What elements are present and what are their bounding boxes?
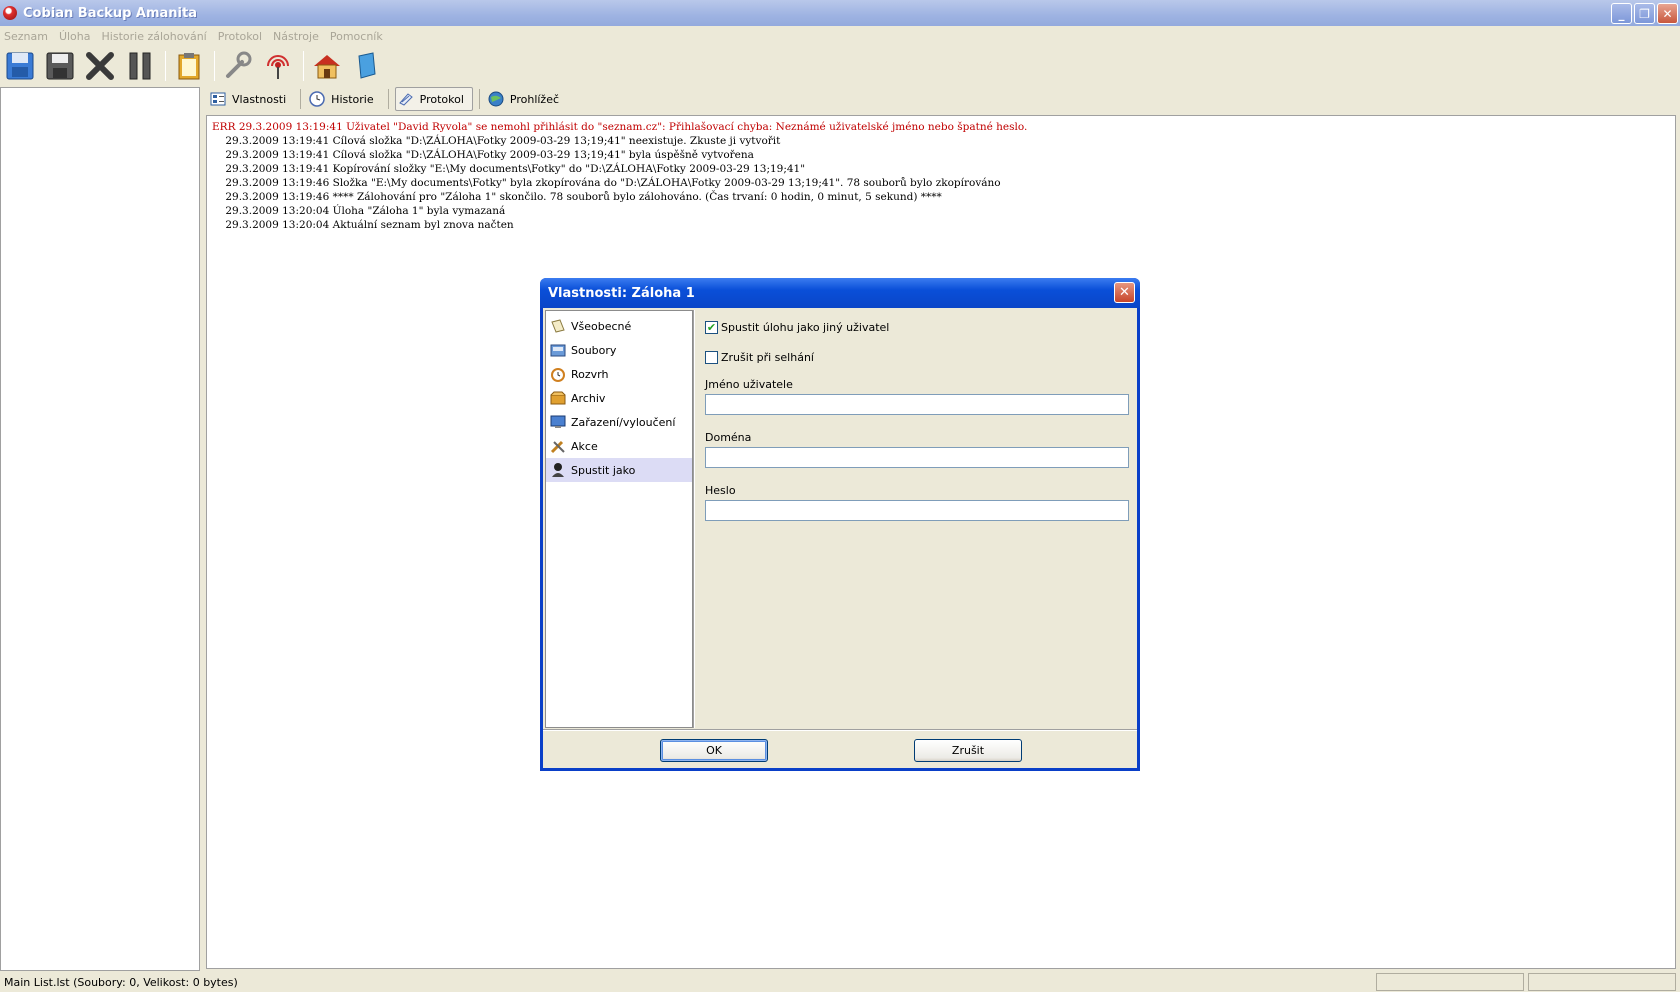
tab-label: Prohlížeč (509, 92, 560, 106)
title-bar: Cobian Backup Amanita _ ❐ ✕ (0, 0, 1680, 26)
nav-item-archiv[interactable]: Archiv (546, 386, 692, 410)
log-line: 29.3.2009 13:19:41 Cílová složka "D:\ZÁL… (212, 135, 781, 147)
domain-label: Doména (705, 431, 752, 444)
dialog-body: Všeobecné Soubory Rozvrh Archiv Zařazení… (543, 308, 1137, 768)
run-as-panel: ✔ Spustit úlohu jako jiný uživatel Zruši… (705, 318, 1135, 537)
log-line: 29.3.2009 13:19:41 Kopírování složky "E:… (212, 163, 806, 175)
alarm-clock-icon (550, 366, 566, 382)
menu-nastroje[interactable]: Nástroje (273, 30, 319, 43)
cancel-on-fail-label: Zrušit při selhání (721, 350, 814, 364)
user-icon (550, 462, 566, 478)
nav-item-akce[interactable]: Akce (546, 434, 692, 458)
save-icon[interactable] (43, 49, 77, 83)
log-line: 29.3.2009 13:19:46 **** Zálohování pro "… (212, 191, 942, 203)
toolbar-separator (303, 51, 304, 81)
tab-protokol[interactable]: Protokol (394, 87, 473, 111)
cancel-button[interactable]: Zrušit (914, 739, 1022, 762)
tab-separator (387, 89, 389, 109)
log-line: 29.3.2009 13:19:46 Složka "E:\My documen… (212, 177, 1001, 189)
menu-historie[interactable]: Historie zálohování (102, 30, 207, 43)
menu-bar: Seznam Úloha Historie zálohování Protoko… (0, 26, 1680, 46)
tab-separator (478, 89, 480, 109)
tab-label: Vlastnosti (232, 92, 287, 106)
nav-item-label: Archiv (571, 391, 606, 405)
run-as-other-user-label: Spustit úlohu jako jiný uživatel (721, 320, 890, 334)
log-icon (398, 91, 414, 107)
menu-pomocnik[interactable]: Pomocník (330, 30, 383, 43)
log-line-error: ERR 29.3.2009 13:19:41 Uživatel "David R… (212, 121, 1028, 133)
dialog-nav-list: Všeobecné Soubory Rozvrh Archiv Zařazení… (545, 310, 693, 728)
wrench-icon[interactable] (221, 49, 255, 83)
menu-protokol[interactable]: Protokol (218, 30, 262, 43)
clipboard-icon[interactable] (172, 49, 206, 83)
password-field[interactable] (705, 500, 1129, 521)
nav-item-label: Spustit jako (571, 463, 636, 477)
log-line: 29.3.2009 13:20:04 Úloha "Záloha 1" byla… (212, 205, 506, 217)
status-pane (1376, 973, 1525, 991)
nav-item-label: Všeobecné (571, 319, 632, 333)
menu-uloha[interactable]: Úloha (59, 30, 91, 43)
minimize-button[interactable]: _ (1611, 3, 1632, 24)
nav-item-rozvrh[interactable]: Rozvrh (546, 362, 692, 386)
run-as-other-user-row[interactable]: ✔ Spustit úlohu jako jiný uživatel (705, 318, 1135, 336)
close-window-button[interactable]: ✕ (1657, 3, 1678, 24)
app-icon (3, 6, 17, 20)
pause-icon[interactable] (123, 49, 157, 83)
domain-field[interactable] (705, 447, 1129, 468)
nav-item-soubory[interactable]: Soubory (546, 338, 692, 362)
monitor-icon (550, 414, 566, 430)
restore-button[interactable]: ❐ (1634, 3, 1655, 24)
tab-prohlizec[interactable]: Prohlížeč (486, 87, 567, 111)
dialog-splitter[interactable] (693, 310, 695, 728)
clock-icon (309, 91, 325, 107)
ok-button[interactable]: OK (660, 739, 768, 762)
dialog-divider (543, 729, 1137, 731)
nav-item-vseobecne[interactable]: Všeobecné (546, 314, 692, 338)
cancel-on-fail-checkbox[interactable] (705, 350, 718, 364)
run-as-other-user-checkbox[interactable]: ✔ (705, 320, 718, 334)
properties-dialog: Vlastnosti: Záloha 1 ✕ Všeobecné Soubory (540, 278, 1140, 771)
status-text: Main List.lst (Soubory: 0, Velikost: 0 b… (4, 975, 238, 989)
status-bar: Main List.lst (Soubory: 0, Velikost: 0 b… (0, 972, 1680, 992)
nav-item-label: Soubory (571, 343, 617, 357)
tab-historie[interactable]: Historie (307, 87, 381, 111)
files-icon (550, 342, 566, 358)
dialog-close-button[interactable]: ✕ (1114, 282, 1135, 303)
general-icon (550, 318, 566, 334)
log-line: 29.3.2009 13:20:04 Aktuální seznam byl z… (212, 219, 514, 231)
dialog-title: Vlastnosti: Záloha 1 (548, 285, 695, 301)
properties-icon (210, 91, 226, 107)
toolbar-separator (165, 51, 166, 81)
backup-icon[interactable] (3, 49, 37, 83)
tab-label: Historie (331, 92, 374, 106)
view-tabs: Vlastnosti Historie Protokol Prohlížeč (208, 86, 573, 112)
status-pane (1528, 973, 1676, 991)
nav-item-label: Zařazení/vyloučení (571, 415, 676, 429)
home-icon[interactable] (310, 49, 344, 83)
book-icon[interactable] (350, 49, 384, 83)
toolbar (0, 46, 1680, 86)
delete-icon[interactable] (83, 49, 117, 83)
menu-seznam[interactable]: Seznam (4, 30, 48, 43)
tab-separator (300, 89, 302, 109)
tab-label: Protokol (419, 92, 464, 106)
tab-vlastnosti[interactable]: Vlastnosti (208, 87, 294, 111)
cancel-on-fail-row[interactable]: Zrušit při selhání (705, 348, 1135, 366)
password-label: Heslo (705, 484, 736, 497)
task-list-panel[interactable] (0, 87, 200, 971)
tools-icon (550, 438, 566, 454)
log-line: 29.3.2009 13:19:41 Cílová složka "D:\ZÁL… (212, 149, 754, 161)
nav-item-zarazeni[interactable]: Zařazení/vyloučení (546, 410, 692, 434)
archive-icon (550, 390, 566, 406)
nav-item-label: Akce (571, 439, 598, 453)
globe-icon (488, 91, 504, 107)
toolbar-separator (214, 51, 215, 81)
antenna-icon[interactable] (261, 49, 295, 83)
username-field[interactable] (705, 394, 1129, 415)
nav-item-label: Rozvrh (571, 367, 609, 381)
window-title: Cobian Backup Amanita (23, 5, 197, 21)
dialog-title-bar: Vlastnosti: Záloha 1 (540, 278, 1140, 308)
nav-item-spustit-jako[interactable]: Spustit jako (546, 458, 692, 482)
username-label: Jméno uživatele (705, 378, 793, 391)
